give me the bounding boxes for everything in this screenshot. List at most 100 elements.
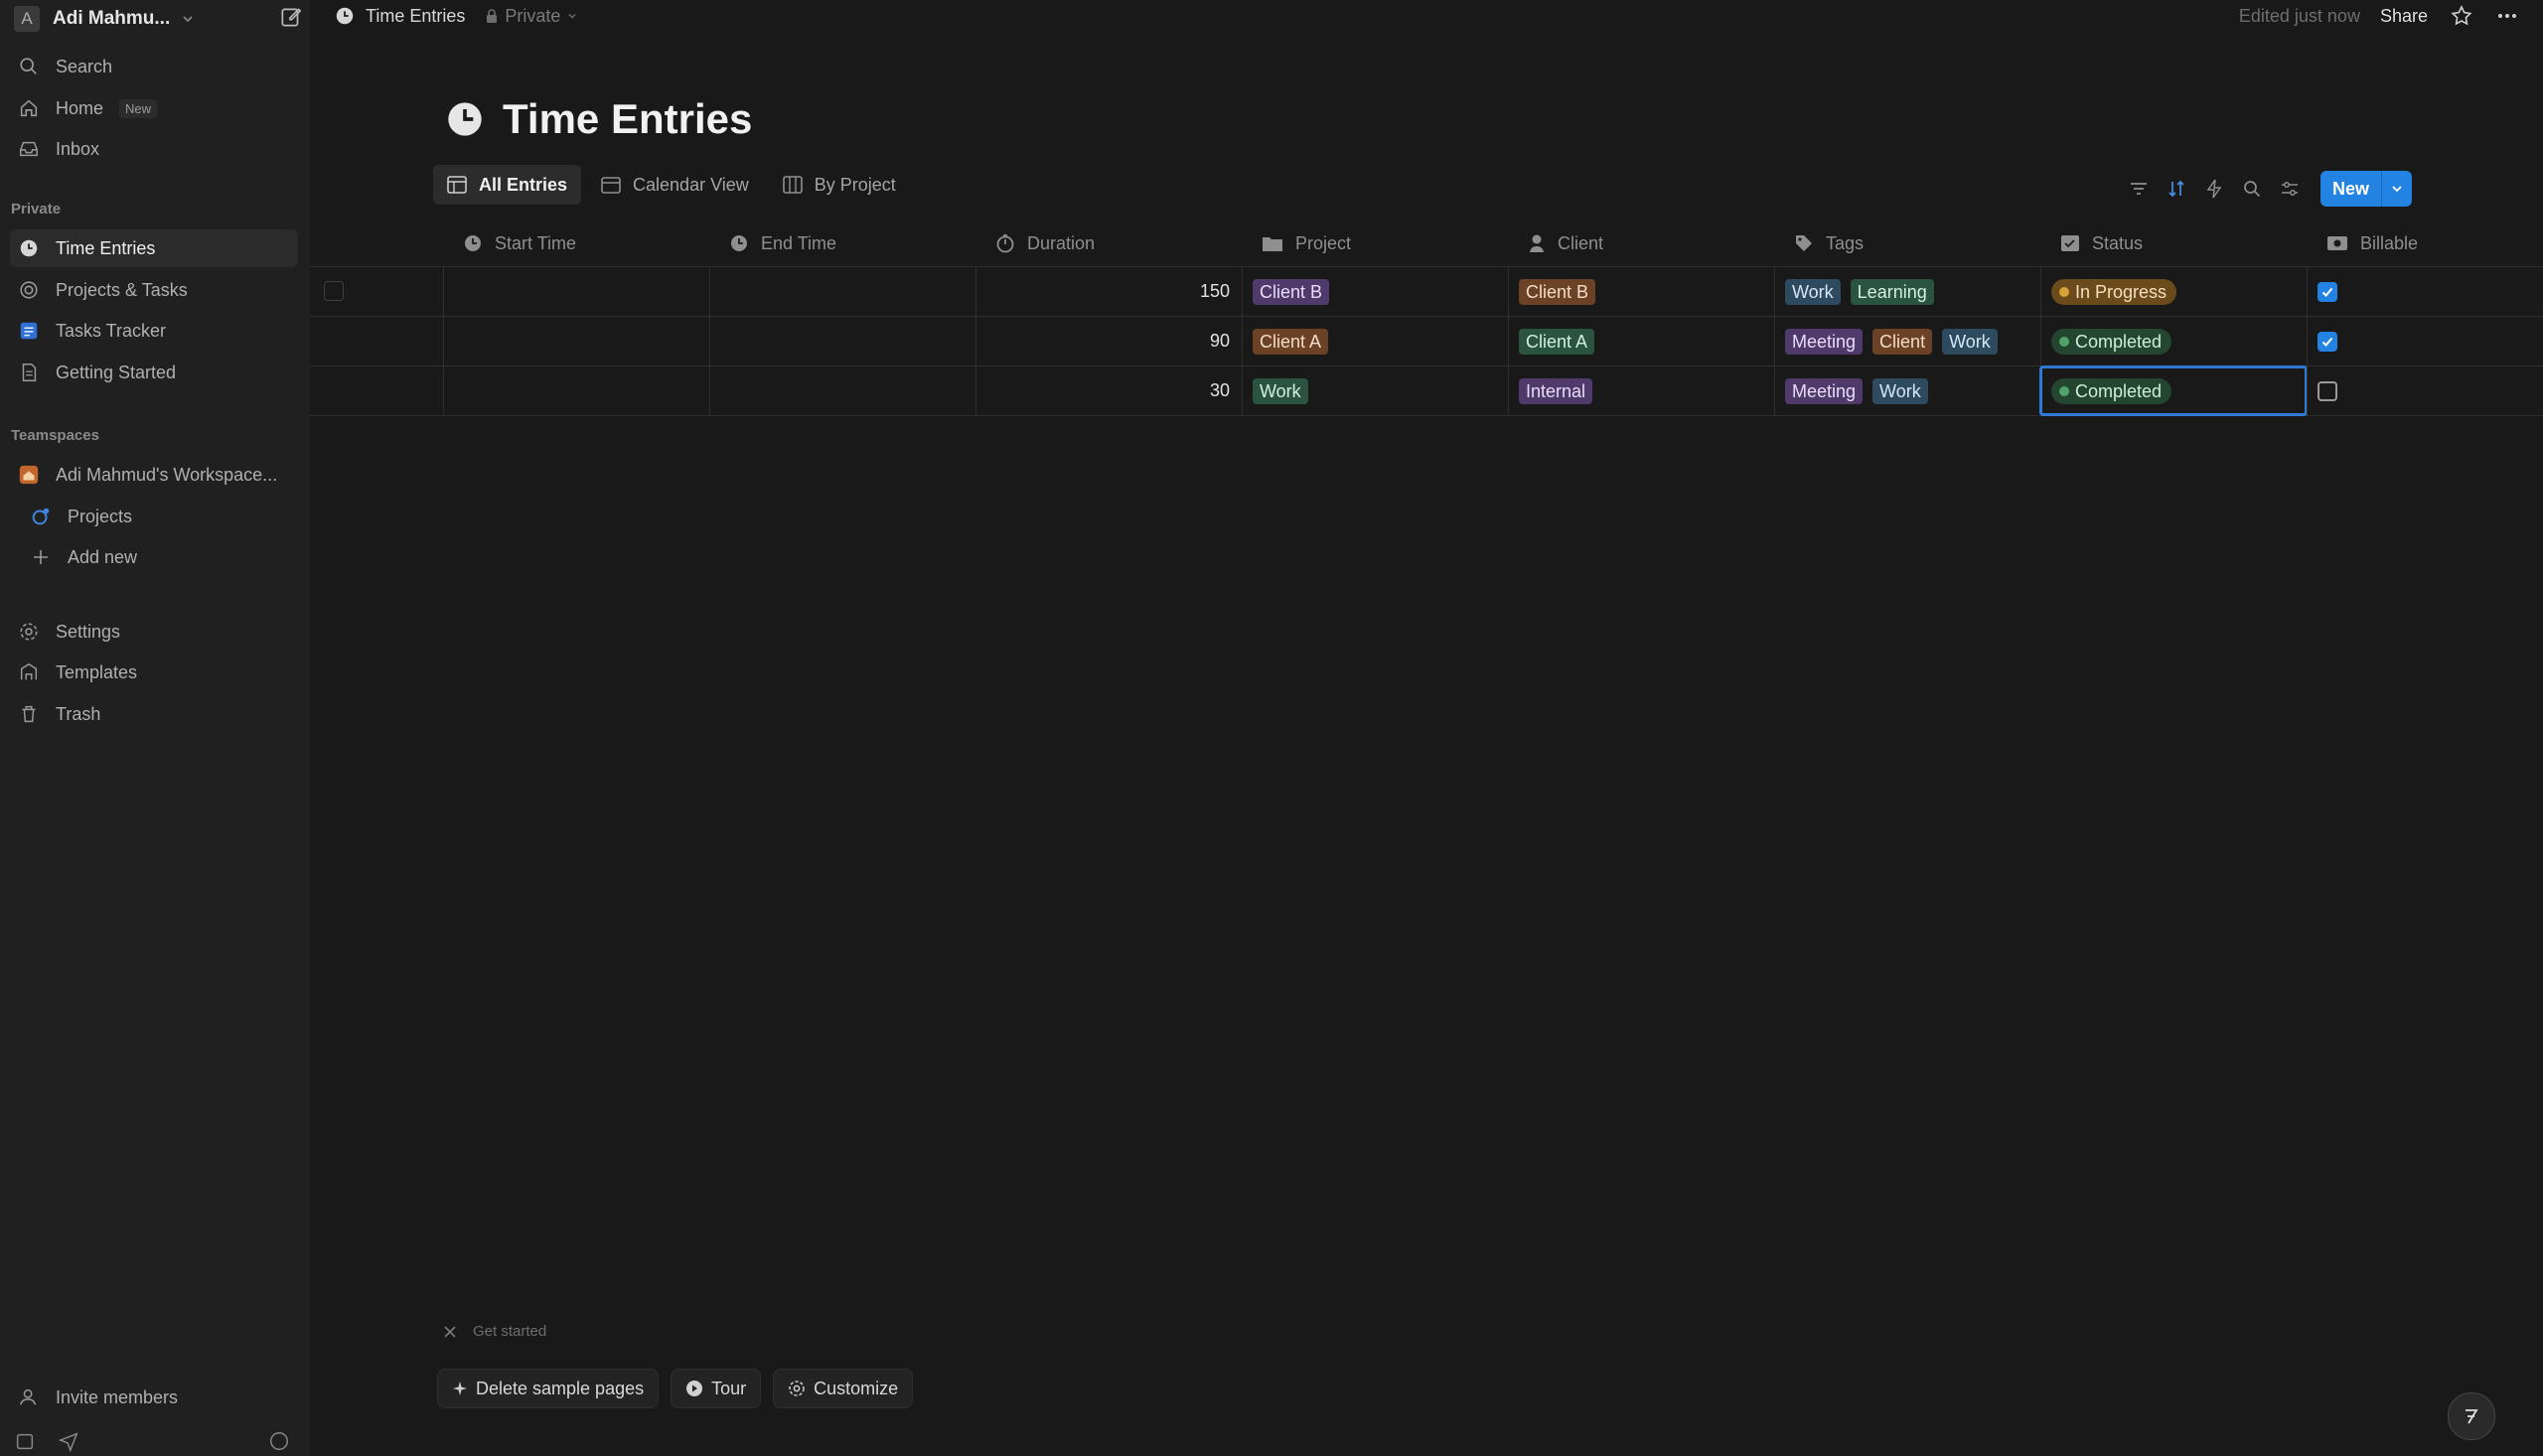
clock-icon[interactable] [445, 99, 485, 139]
column-label: Client [1558, 232, 1604, 253]
cell-project[interactable]: Work [1242, 366, 1508, 415]
share-button[interactable]: Share [2380, 6, 2428, 27]
sidebar-item-workspace[interactable]: Adi Mahmud's Workspace... [10, 456, 298, 494]
cell-end-time[interactable] [709, 317, 975, 365]
more-icon[interactable] [2495, 4, 2519, 28]
send-icon[interactable] [58, 1430, 79, 1452]
cell-client[interactable]: Client B [1508, 267, 1774, 316]
customize-button[interactable]: Customize [773, 1369, 914, 1408]
column-header-start-time[interactable]: Start Time [443, 222, 709, 264]
sort-icon[interactable] [2164, 174, 2189, 204]
sidebar-item-projects[interactable]: Projects [10, 498, 298, 535]
sidebar-item-getting-started[interactable]: Getting Started [10, 354, 298, 391]
cell-billable[interactable] [2307, 267, 2543, 316]
cell-billable[interactable] [2307, 366, 2543, 415]
client-tag: Client B [1519, 278, 1596, 305]
cell-project[interactable]: Client B [1242, 267, 1508, 316]
row-select-checkbox[interactable] [324, 281, 344, 301]
projects-icon [28, 504, 54, 529]
star-icon[interactable] [2450, 4, 2473, 28]
page-title-text[interactable]: Time Entries [503, 95, 752, 143]
sidebar-item-label: Add new [68, 546, 138, 567]
sidebar-item-projects-tasks[interactable]: Projects & Tasks [10, 271, 298, 309]
clock-icon [334, 5, 356, 27]
new-page-icon[interactable] [278, 4, 304, 30]
tab-calendar-view[interactable]: Calendar View [587, 165, 763, 205]
cell-tags[interactable]: Meeting Client Work [1774, 317, 2040, 365]
button-label: Delete sample pages [476, 1378, 645, 1398]
sidebar-add-new[interactable]: Add new [10, 538, 298, 576]
table-row[interactable]: 30 Work Internal Meeting Work Completed [310, 365, 2543, 416]
cell-end-time[interactable] [709, 267, 975, 316]
database-toolbar: New [2126, 171, 2413, 207]
get-started-bar: Get started [443, 1323, 546, 1340]
column-header-project[interactable]: Project [1242, 222, 1508, 264]
column-header-billable[interactable]: Billable [2307, 222, 2543, 264]
client-tag: Client A [1519, 328, 1595, 355]
cell-duration[interactable]: 30 [975, 366, 1242, 415]
table-row[interactable]: 90 Client A Client A Meeting Client Work… [310, 316, 2543, 365]
new-dropdown-button[interactable] [2381, 171, 2413, 207]
invite-members[interactable]: Invite members [10, 1379, 298, 1416]
cell-client[interactable]: Internal [1508, 366, 1774, 415]
cell-tags[interactable]: Work Learning [1774, 267, 2040, 316]
breadcrumb[interactable]: Time Entries Private [334, 5, 578, 27]
sidebar-item-tasks-tracker[interactable]: Tasks Tracker [10, 312, 298, 350]
cell-status-selected[interactable]: Completed [2039, 365, 2308, 416]
sidebar-item-settings[interactable]: Settings [10, 613, 298, 651]
sidebar-item-inbox[interactable]: Inbox [10, 130, 298, 168]
column-header-status[interactable]: Status [2040, 222, 2307, 264]
help-assistant-button[interactable] [2448, 1392, 2495, 1440]
close-icon[interactable] [443, 1325, 457, 1339]
trash-icon [16, 701, 42, 727]
tour-button[interactable]: Tour [671, 1369, 762, 1408]
column-header-client[interactable]: Client [1508, 222, 1774, 264]
sidebar-item-templates[interactable]: Templates [10, 654, 298, 691]
chevron-down-icon [180, 11, 196, 27]
cell-tags[interactable]: Meeting Work [1774, 366, 2040, 415]
project-tag: Client A [1253, 328, 1329, 355]
cell-start-time[interactable] [443, 366, 709, 415]
billable-checkbox-checked[interactable] [2318, 331, 2337, 352]
cell-status[interactable]: In Progress [2040, 267, 2307, 316]
lightning-icon[interactable] [2201, 174, 2227, 204]
cell-duration[interactable]: 90 [975, 317, 1242, 365]
table-row[interactable]: 150 Client B Client B Work Learning In P… [310, 266, 2543, 316]
new-badge: New [119, 98, 158, 118]
cell-start-time[interactable] [443, 317, 709, 365]
cell-billable[interactable] [2307, 317, 2543, 365]
help-icon[interactable] [268, 1430, 290, 1452]
filter-icon[interactable] [2126, 174, 2152, 204]
cell-duration[interactable]: 150 [975, 267, 1242, 316]
cell-project[interactable]: Client A [1242, 317, 1508, 365]
sidebar-item-search[interactable]: Search [10, 48, 298, 85]
column-header-end-time[interactable]: End Time [709, 222, 975, 264]
column-header-duration[interactable]: Duration [975, 222, 1242, 264]
tab-by-project[interactable]: By Project [769, 165, 910, 205]
cell-client[interactable]: Client A [1508, 317, 1774, 365]
status-badge: In Progress [2051, 278, 2177, 305]
cell-start-time[interactable] [443, 267, 709, 316]
workspace-avatar: A [14, 6, 40, 32]
cell-status[interactable]: Completed [2040, 317, 2307, 365]
assistant-icon [2460, 1404, 2483, 1428]
sidebar-item-time-entries[interactable]: Time Entries [10, 229, 298, 267]
billable-checkbox-unchecked[interactable] [2318, 380, 2337, 401]
new-button[interactable]: New [2320, 171, 2382, 207]
search-icon[interactable] [2239, 174, 2265, 204]
workspace-switcher[interactable]: A Adi Mahmu... [10, 2, 298, 36]
sidebar-item-trash[interactable]: Trash [10, 695, 298, 733]
tag-chip: Client [1872, 328, 1933, 355]
person-add-icon [16, 1384, 42, 1410]
tab-all-entries[interactable]: All Entries [433, 165, 582, 205]
column-header-tags[interactable]: Tags [1774, 222, 2040, 264]
settings-sliders-icon[interactable] [2277, 174, 2303, 204]
visibility-selector[interactable]: Private [485, 6, 578, 27]
calendar-icon[interactable] [14, 1430, 36, 1452]
sidebar-item-home[interactable]: Home New [10, 89, 298, 127]
column-label: Billable [2360, 232, 2419, 253]
billable-checkbox-checked[interactable] [2318, 281, 2337, 302]
cell-end-time[interactable] [709, 366, 975, 415]
sidebar-item-label: Tasks Tracker [56, 320, 167, 341]
delete-sample-pages-button[interactable]: Delete sample pages [437, 1369, 660, 1408]
